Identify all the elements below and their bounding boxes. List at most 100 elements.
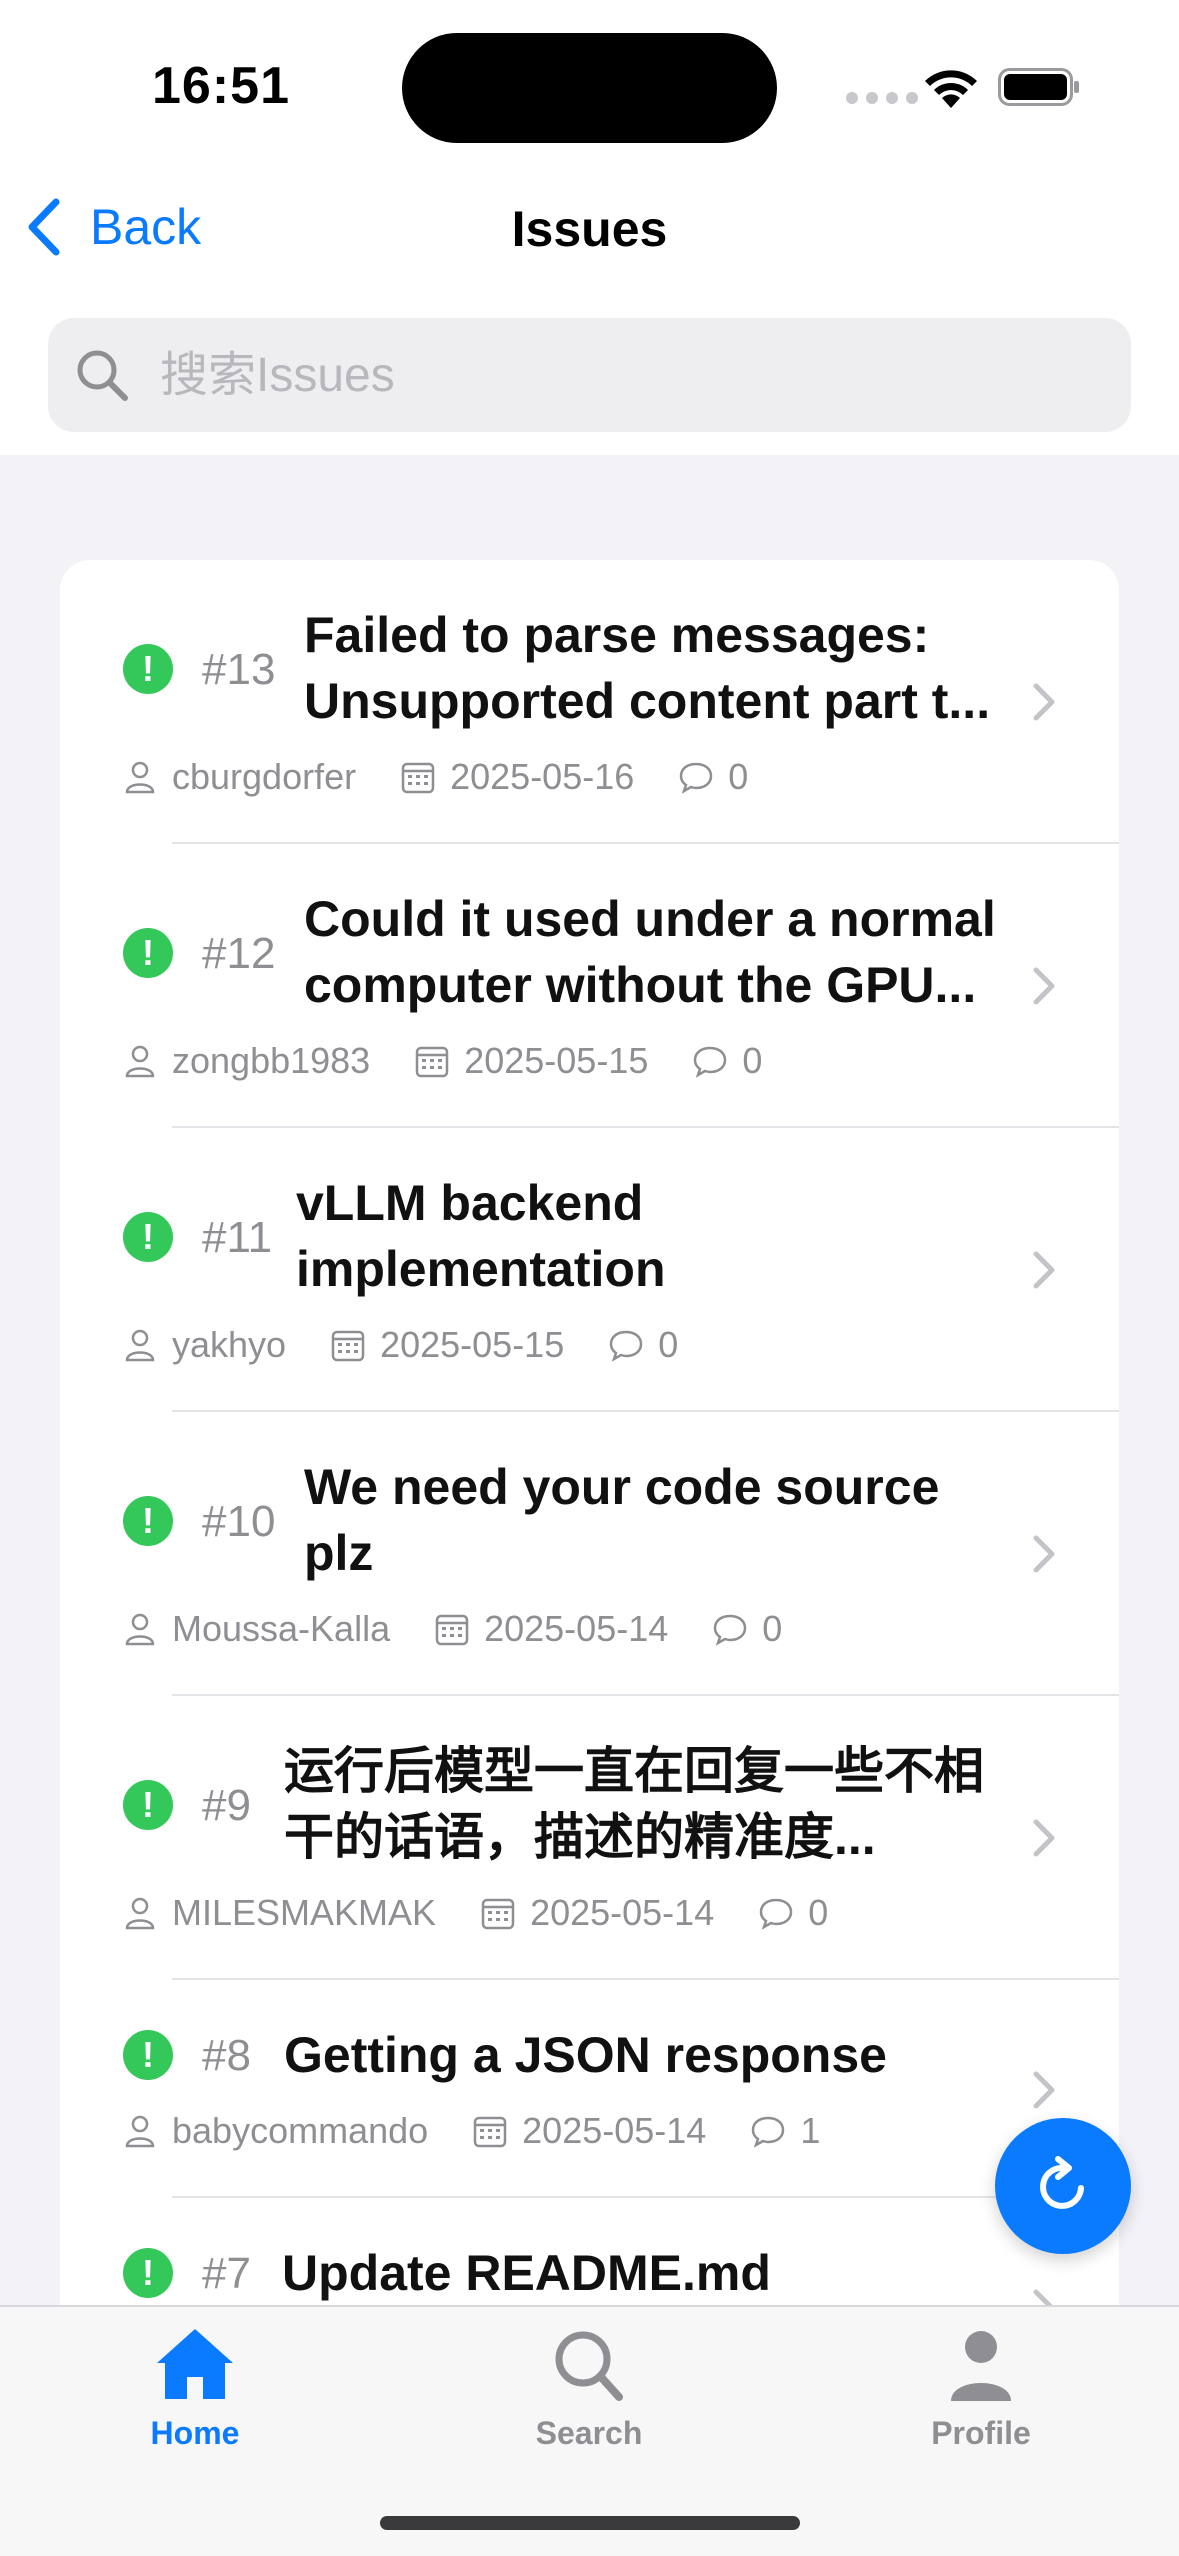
refresh-button[interactable] [995,2118,1131,2254]
calendar-icon [401,762,435,794]
issue-title: vLLM backend implementation [296,1175,666,1297]
refresh-icon [1040,2156,1084,2209]
tab-profile[interactable]: Profile [871,2325,1091,2452]
home-icon [157,2329,233,2399]
search-icon [77,350,128,401]
comment-icon [713,1614,747,1646]
open-issue-icon: ! [123,928,173,978]
issue-date: 2025-05-14 [522,2110,707,2151]
comment-icon [609,1330,643,1362]
issue-author: yakhyo [172,1324,287,1365]
chevron-right-icon [1033,1819,1055,1857]
navigation-bar: Back Issues [0,170,1179,455]
page-title: Issues [511,201,668,257]
calendar-icon [473,2116,507,2148]
comment-icon [680,762,713,794]
issue-author: zongbb1983 [172,1040,371,1081]
status-bar: 16:51 [0,0,1179,170]
issue-number: #7 [202,2249,251,2298]
issue-number: #11 [202,1213,273,1262]
issue-meta: yakhyo 2025-05-15 0 [122,1324,678,1366]
open-issue-icon: ! [123,2030,173,2080]
battery-icon [998,68,1079,106]
issue-number: #10 [202,1497,276,1546]
comment-icon [694,1046,727,1078]
cellular-signal-icon [846,92,918,104]
issue-author: cburgdorfer [172,756,357,797]
chevron-right-icon [1033,967,1055,1005]
issue-row[interactable]: ! #10 We need your code source plz Mouss… [60,1412,1119,1696]
issue-title: We need your code source plz [304,1459,940,1581]
open-issue-icon: ! [123,1780,173,1830]
issue-number: #8 [202,2031,251,2080]
calendar-icon [415,1046,449,1078]
issue-author: babycommando [172,2110,429,2151]
issue-date: 2025-05-14 [530,1892,715,1933]
issue-title: Failed to parse messages: Unsupported co… [304,607,991,729]
issue-comments: 0 [762,1608,783,1649]
issue-title: 运行后模型一直在回复一些不相干的话语，描述的精准度... [284,1743,984,1865]
issue-title: Update README.md [282,2245,771,2301]
person-icon [125,2115,155,2148]
calendar-icon [435,1614,469,1646]
issue-row[interactable]: ! #9 运行后模型一直在回复一些不相干的话语，描述的精准度... MILESM… [60,1696,1119,1980]
issue-author: MILESMAKMAK [172,1892,437,1933]
calendar-icon [481,1898,515,1930]
profile-icon [951,2331,1011,2401]
issue-title: Could it used under a normal computer wi… [304,891,996,1013]
calendar-icon [331,1330,365,1362]
issue-date: 2025-05-14 [484,1608,669,1649]
person-icon [125,761,155,794]
open-issue-icon: ! [123,644,173,694]
issue-meta: zongbb1983 2025-05-15 0 [122,1040,762,1082]
issue-comments: 0 [658,1324,679,1365]
issue-meta: MILESMAKMAK 2025-05-14 0 [122,1892,828,1934]
issue-row[interactable]: ! #8 Getting a JSON response babycommand… [60,1980,1119,2198]
issue-date: 2025-05-16 [450,756,635,797]
issue-comments: 0 [808,1892,829,1933]
tab-home[interactable]: Home [85,2325,305,2452]
person-icon [125,1329,155,1362]
tab-home-label: Home [150,2415,240,2451]
issues-list: ! #13 Failed to parse messages: Unsuppor… [60,560,1119,2556]
issue-comments: 1 [800,2110,821,2151]
chevron-right-icon [1033,683,1055,721]
issue-date: 2025-05-15 [464,1040,649,1081]
issue-meta: babycommando 2025-05-14 1 [122,2110,820,2152]
chevron-right-icon [1033,1535,1055,1573]
comment-icon [752,2116,785,2148]
issue-row[interactable]: ! #13 Failed to parse messages: Unsuppor… [60,560,1119,844]
home-indicator [380,2516,800,2530]
search-tab-icon [555,2331,623,2401]
wifi-icon [925,70,977,108]
chevron-right-icon [1033,2071,1055,2109]
screen: 16:51 Back Issues 搜索Issues ! #13 Failed … [0,0,1179,2556]
dynamic-island [402,33,777,143]
open-issue-icon: ! [123,1212,173,1262]
issue-meta: Moussa-Kalla 2025-05-14 0 [122,1608,782,1650]
issue-date: 2025-05-15 [380,1324,565,1365]
search-bar[interactable] [48,318,1131,432]
tab-profile-label: Profile [931,2415,1031,2451]
tab-search[interactable]: Search [479,2325,699,2452]
issue-number: #9 [202,1781,251,1830]
person-icon [125,1897,155,1930]
issue-comments: 0 [742,1040,763,1081]
person-icon [125,1045,155,1078]
issue-row[interactable]: ! #12 Could it used under a normal compu… [60,844,1119,1128]
open-issue-icon: ! [123,2248,173,2298]
comment-icon [759,1898,793,1930]
tab-search-label: Search [535,2415,643,2451]
open-issue-icon: ! [123,1496,173,1546]
issue-number: #12 [202,929,276,978]
issue-comments: 0 [728,756,749,797]
issue-number: #13 [202,645,276,694]
issue-author: Moussa-Kalla [172,1608,391,1649]
issue-meta: cburgdorfer 2025-05-16 0 [122,756,748,798]
issue-row[interactable]: ! #11 vLLM backend implementation yakhyo… [60,1128,1119,1412]
status-time: 16:51 [152,57,290,115]
chevron-right-icon [1033,1251,1055,1289]
search-input[interactable] [160,347,1060,403]
person-icon [125,1613,155,1646]
issue-title: Getting a JSON response [284,2027,887,2083]
